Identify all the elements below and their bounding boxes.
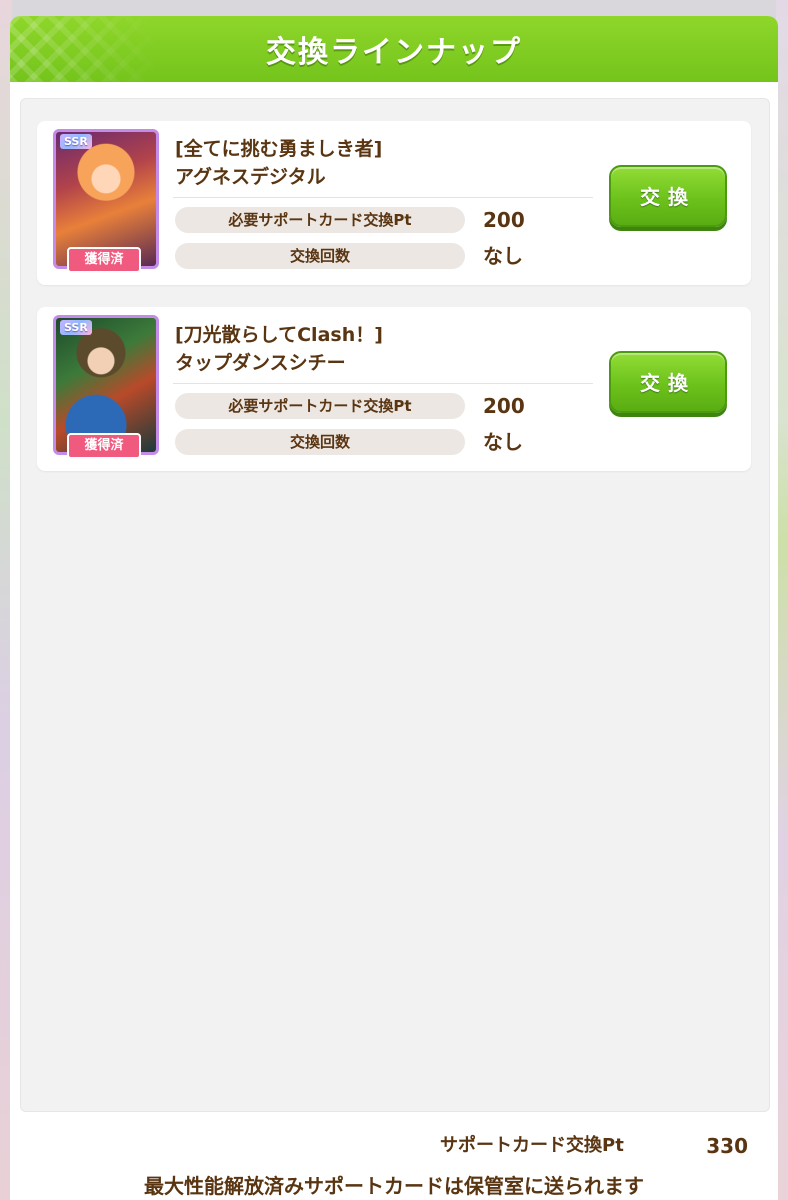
exchange-button[interactable]: 交換: [609, 165, 727, 227]
exchange-item: SSR 獲得済 [全てに挑む勇ましき者] アグネスデジタル 必要サポートカード交…: [37, 121, 751, 285]
card-character: タップダンスシチー: [175, 352, 346, 374]
exchange-pt-display: サポートカード交換Pt 330: [418, 1129, 768, 1163]
exchange-button[interactable]: 交換: [609, 351, 727, 413]
header-pattern: [10, 16, 160, 82]
owned-badge: 獲得済: [67, 433, 141, 459]
card-character: アグネスデジタル: [175, 166, 326, 188]
cost-value: 200: [483, 208, 525, 232]
dialog-title: 交換ラインナップ: [266, 35, 522, 70]
pt-label: サポートカード交換Pt: [440, 1135, 624, 1156]
count-value: なし: [483, 244, 523, 268]
cost-row: 必要サポートカード交換Pt: [175, 393, 465, 419]
divider: [173, 197, 593, 198]
card-title: [刀光散らしてClash！]: [175, 324, 383, 346]
cost-row: 必要サポートカード交換Pt: [175, 207, 465, 233]
cost-label: 必要サポートカード交換Pt: [175, 207, 465, 233]
cost-value: 200: [483, 394, 525, 418]
dialog-header: 交換ラインナップ: [10, 16, 778, 82]
count-value: なし: [483, 430, 523, 454]
divider: [173, 383, 593, 384]
count-label: 交換回数: [175, 243, 465, 269]
card-name: [全てに挑む勇ましき者] アグネスデジタル: [175, 135, 382, 191]
exchange-dialog: 交換ラインナップ SSR 獲得済 [全てに挑む勇ましき者] アグネスデジタル 必…: [10, 16, 778, 1200]
rarity-badge: SSR: [60, 134, 92, 149]
card-name: [刀光散らしてClash！] タップダンスシチー: [175, 321, 383, 377]
card-art: [56, 132, 156, 266]
count-label: 交換回数: [175, 429, 465, 455]
count-row: 交換回数: [175, 429, 465, 455]
card-art: [56, 318, 156, 452]
count-row: 交換回数: [175, 243, 465, 269]
pt-value: 330: [706, 1134, 748, 1158]
rarity-badge: SSR: [60, 320, 92, 335]
exchange-item: SSR 獲得済 [刀光散らしてClash！] タップダンスシチー 必要サポートカ…: [37, 307, 751, 471]
cost-label: 必要サポートカード交換Pt: [175, 393, 465, 419]
exchange-list[interactable]: SSR 獲得済 [全てに挑む勇ましき者] アグネスデジタル 必要サポートカード交…: [20, 98, 770, 1112]
footer-notice: 最大性能解放済みサポートカードは保管室に送られます: [144, 1174, 644, 1198]
owned-badge: 獲得済: [67, 247, 141, 273]
card-title: [全てに挑む勇ましき者]: [175, 138, 383, 160]
